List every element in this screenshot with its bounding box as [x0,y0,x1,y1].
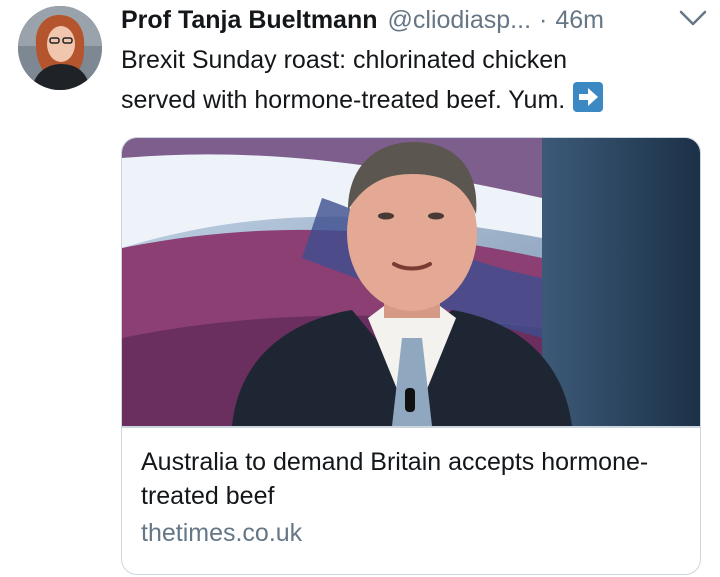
author-handle[interactable]: @cliodiasp... [388,2,532,38]
tweet-text-line-2: served with hormone-treated beef. Yum. [121,80,701,120]
link-card[interactable]: Australia to demand Britain accepts horm… [121,137,701,575]
chevron-down-icon[interactable] [676,6,710,30]
card-image [122,138,700,426]
author-avatar[interactable] [18,6,102,90]
avatar-photo [18,6,102,90]
card-divider [122,426,700,428]
card-title[interactable]: Australia to demand Britain accepts horm… [141,445,686,513]
card-domain[interactable]: thetimes.co.uk [141,516,302,550]
tweet-text: Brexit Sunday roast: chlorinated chicken… [121,40,701,120]
tweet-text-line-2-text: served with hormone-treated beef. Yum. [121,86,566,114]
tweet-header: Prof Tanja Bueltmann @cliodiasp... · 46m [121,2,711,38]
tweet-text-line-1: Brexit Sunday roast: chlorinated chicken [121,46,568,74]
author-display-name[interactable]: Prof Tanja Bueltmann [121,2,378,38]
tweet-timestamp[interactable]: 46m [555,2,604,38]
tweet[interactable]: Prof Tanja Bueltmann @cliodiasp... · 46m… [0,0,720,577]
meta-separator: · [539,6,548,34]
right-arrow-emoji-icon [573,82,604,112]
